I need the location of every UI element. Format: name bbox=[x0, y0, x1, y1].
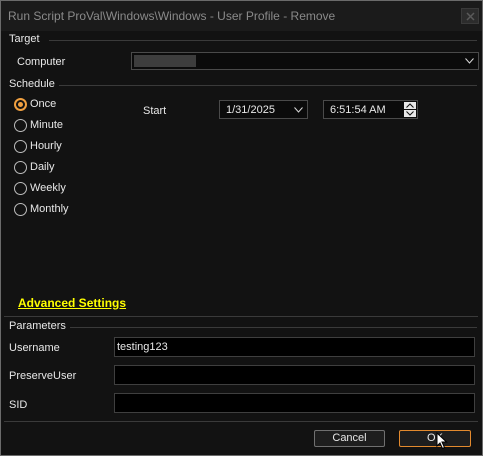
spin-up-button[interactable] bbox=[404, 102, 416, 109]
radio-button[interactable] bbox=[14, 119, 27, 132]
param-label-username: Username bbox=[9, 342, 60, 354]
target-section-label: Target bbox=[9, 33, 40, 45]
title-bar: Run Script ProVal\Windows\Windows - User… bbox=[1, 1, 482, 31]
parameters-divider bbox=[70, 327, 477, 328]
spin-up-icon bbox=[406, 103, 414, 108]
computer-select[interactable] bbox=[131, 52, 479, 70]
time-spinner[interactable] bbox=[404, 102, 416, 117]
computer-label: Computer bbox=[17, 56, 66, 68]
param-label-sid: SID bbox=[9, 399, 28, 411]
chevron-down-icon bbox=[294, 107, 303, 113]
ok-button[interactable]: OK bbox=[399, 430, 471, 447]
radio-label-daily: Daily bbox=[30, 161, 55, 173]
start-time-value: 6:51:54 AM bbox=[330, 104, 386, 116]
schedule-divider bbox=[59, 85, 477, 86]
radio-button[interactable] bbox=[14, 203, 27, 216]
radio-label-hourly: Hourly bbox=[30, 140, 62, 152]
radio-label-once: Once bbox=[30, 98, 57, 110]
spin-down-icon bbox=[406, 111, 414, 116]
start-date-value: 1/31/2025 bbox=[226, 104, 275, 116]
spin-down-button[interactable] bbox=[404, 110, 416, 117]
schedule-section-label: Schedule bbox=[9, 78, 55, 90]
close-icon bbox=[466, 12, 475, 21]
sid-input[interactable] bbox=[114, 393, 475, 413]
radio-label-monthly: Monthly bbox=[30, 203, 69, 215]
username-value: testing123 bbox=[117, 341, 168, 353]
dialog-window: Run Script ProVal\Windows\Windows - User… bbox=[0, 0, 483, 456]
start-time-picker[interactable]: 6:51:54 AM bbox=[323, 100, 418, 119]
radio-button-checked[interactable] bbox=[14, 98, 27, 111]
chevron-down-icon bbox=[465, 58, 474, 64]
radio-button[interactable] bbox=[14, 182, 27, 195]
start-label: Start bbox=[143, 105, 167, 117]
advanced-divider bbox=[4, 316, 478, 317]
start-date-picker[interactable]: 1/31/2025 bbox=[219, 100, 308, 119]
param-label-preserveuser: PreserveUser bbox=[9, 370, 77, 382]
radio-label-minute: Minute bbox=[30, 119, 64, 131]
parameters-section-label: Parameters bbox=[9, 320, 66, 332]
close-button[interactable] bbox=[461, 8, 479, 24]
redacted-computer-name bbox=[134, 55, 196, 67]
preserveuser-input[interactable] bbox=[114, 365, 475, 385]
footer-divider bbox=[4, 421, 478, 422]
cancel-button[interactable]: Cancel bbox=[314, 430, 385, 447]
mouse-pointer-icon bbox=[436, 432, 448, 450]
target-divider bbox=[49, 40, 477, 41]
window-title: Run Script ProVal\Windows\Windows - User… bbox=[8, 9, 336, 23]
radio-button[interactable] bbox=[14, 140, 27, 153]
advanced-settings-link[interactable]: Advanced Settings bbox=[18, 296, 126, 310]
radio-label-weekly: Weekly bbox=[30, 182, 66, 194]
username-input[interactable]: testing123 bbox=[114, 337, 475, 357]
radio-button[interactable] bbox=[14, 161, 27, 174]
